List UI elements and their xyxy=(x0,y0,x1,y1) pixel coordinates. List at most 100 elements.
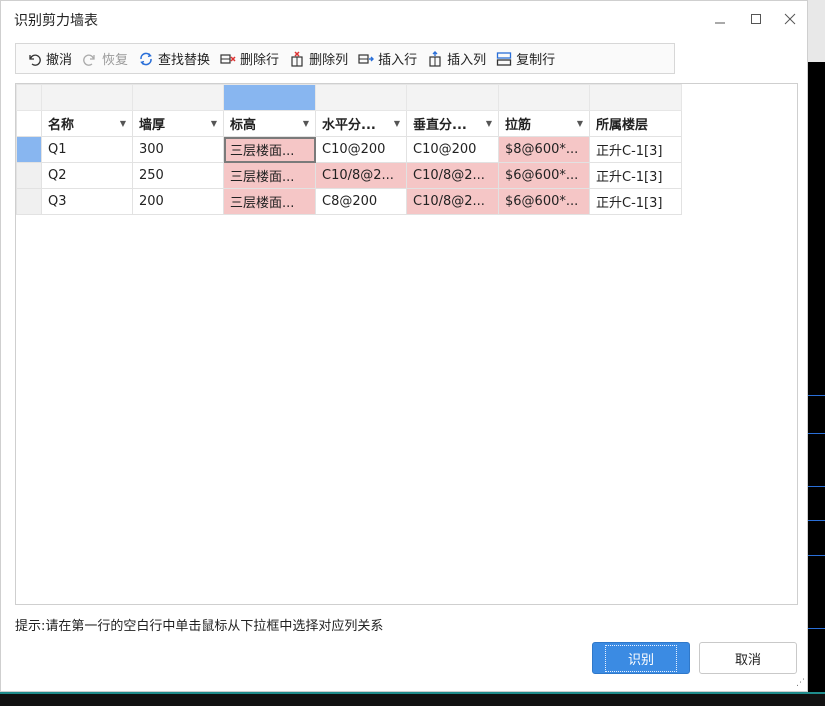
delete-col-label: 删除列 xyxy=(309,53,349,68)
table-cell[interactable]: C8@200 xyxy=(315,188,407,215)
table-cell[interactable]: C10/8@2... xyxy=(315,162,407,189)
column-header[interactable]: 拉筋 ▼ xyxy=(498,110,590,137)
window-title: 识别剪力墙表 xyxy=(14,13,98,29)
delete-col-button[interactable]: 删除列 xyxy=(285,44,352,73)
table-cell[interactable]: 200 xyxy=(132,188,224,215)
mapping-cell[interactable] xyxy=(132,84,224,111)
table-cell[interactable]: 三层楼面... xyxy=(223,188,316,215)
table-cell[interactable]: 250 xyxy=(132,162,224,189)
delete-row-label: 删除行 xyxy=(240,53,280,68)
table-area: 名称 ▼ 墙厚 ▼ 标高 ▼ 水平分... ▼ 垂直分... ▼ 拉筋 ▼ 所属楼层 Q1 … xyxy=(15,83,798,605)
table-row[interactable]: Q2 250 三层楼面... C10/8@2... C10/8@2... $6@… xyxy=(16,162,682,189)
mapping-cell[interactable] xyxy=(41,84,133,111)
dropdown-arrow-icon[interactable]: ▼ xyxy=(577,119,583,128)
background-line xyxy=(808,520,825,521)
row-header[interactable] xyxy=(16,162,42,189)
dropdown-arrow-icon[interactable]: ▼ xyxy=(120,119,126,128)
table-cell[interactable]: 三层楼面... xyxy=(223,136,316,163)
maximize-button[interactable] xyxy=(743,7,769,31)
dropdown-arrow-icon[interactable]: ▼ xyxy=(303,119,309,128)
background-line xyxy=(808,433,825,434)
delete-col-icon xyxy=(291,50,303,67)
dropdown-arrow-icon[interactable]: ▼ xyxy=(394,119,400,128)
background-strip xyxy=(808,0,825,62)
row-header[interactable] xyxy=(16,136,42,163)
undo-icon xyxy=(29,54,41,66)
insert-row-label: 插入行 xyxy=(378,53,418,68)
table-cell[interactable]: $8@600*... xyxy=(498,136,590,163)
dropdown-arrow-icon[interactable]: ▼ xyxy=(211,119,217,128)
table-cell[interactable]: Q3 xyxy=(41,188,133,215)
dialog-window: 识别剪力墙表 撤消 恢复 查找替换 删除行 删除列 插入行 插入列 复制行 名称… xyxy=(0,0,808,692)
find-replace-icon xyxy=(140,52,152,65)
table-cell[interactable]: 300 xyxy=(132,136,224,163)
undo-label: 撤消 xyxy=(46,53,73,68)
mapping-cell[interactable] xyxy=(498,84,590,111)
header-row: 名称 ▼ 墙厚 ▼ 标高 ▼ 水平分... ▼ 垂直分... ▼ 拉筋 ▼ 所属楼层 xyxy=(16,110,682,137)
mapping-cell[interactable] xyxy=(315,84,407,111)
minimize-icon xyxy=(715,22,725,24)
mapping-cell[interactable] xyxy=(406,84,499,111)
redo-button[interactable]: 恢复 xyxy=(78,44,132,73)
resize-grip-icon[interactable]: ⋰ xyxy=(796,678,805,688)
table-row[interactable]: Q1 300 三层楼面... C10@200 C10@200 $8@600*..… xyxy=(16,136,682,163)
background-line xyxy=(808,486,825,487)
table-cell[interactable]: 正升C-1[3] xyxy=(589,136,682,163)
column-header[interactable]: 名称 ▼ xyxy=(41,110,133,137)
row-header xyxy=(16,110,42,137)
mapping-cell[interactable] xyxy=(223,84,316,111)
table-cell[interactable]: 正升C-1[3] xyxy=(589,188,682,215)
table-cell[interactable]: C10@200 xyxy=(315,136,407,163)
toolbar: 撤消 恢复 查找替换 删除行 删除列 插入行 插入列 复制行 xyxy=(15,43,675,74)
column-header[interactable]: 所属楼层 xyxy=(589,110,682,137)
background-line xyxy=(808,555,825,556)
undo-button[interactable]: 撤消 xyxy=(22,44,76,73)
cancel-button[interactable]: 取消 xyxy=(699,642,797,674)
delete-row-icon xyxy=(220,53,236,64)
column-header[interactable]: 水平分... ▼ xyxy=(315,110,407,137)
column-header[interactable]: 标高 ▼ xyxy=(223,110,316,137)
close-button[interactable] xyxy=(777,7,803,31)
background-canvas xyxy=(808,0,825,706)
table-cell[interactable]: $6@600*... xyxy=(498,162,590,189)
redo-label: 恢复 xyxy=(102,53,129,68)
row-header[interactable] xyxy=(16,188,42,215)
find-replace-button[interactable]: 查找替换 xyxy=(134,44,214,73)
recognize-label: 识别 xyxy=(604,644,677,672)
find-replace-label: 查找替换 xyxy=(158,53,211,68)
table-cell[interactable]: Q2 xyxy=(41,162,133,189)
background-line xyxy=(808,395,825,396)
insert-row-button[interactable]: 插入行 xyxy=(354,44,421,73)
insert-col-label: 插入列 xyxy=(447,53,487,68)
dropdown-arrow-icon[interactable]: ▼ xyxy=(486,119,492,128)
column-header[interactable]: 垂直分... ▼ xyxy=(406,110,499,137)
table-cell[interactable]: 正升C-1[3] xyxy=(589,162,682,189)
delete-row-button[interactable]: 删除行 xyxy=(216,44,283,73)
minimize-button[interactable] xyxy=(707,7,733,31)
redo-icon xyxy=(83,54,95,66)
wall-table: 名称 ▼ 墙厚 ▼ 标高 ▼ 水平分... ▼ 垂直分... ▼ 拉筋 ▼ 所属楼层 Q1 … xyxy=(16,84,682,215)
table-cell[interactable]: $6@600*... xyxy=(498,188,590,215)
table-cell[interactable]: C10/8@2... xyxy=(406,162,499,189)
hint-text: 提示:请在第一行的空白行中单击鼠标从下拉框中选择对应列关系 xyxy=(15,619,384,634)
maximize-icon xyxy=(751,14,761,24)
table-cell[interactable]: C10/8@2... xyxy=(406,188,499,215)
table-cell[interactable]: C10@200 xyxy=(406,136,499,163)
column-header[interactable]: 墙厚 ▼ xyxy=(132,110,224,137)
table-row[interactable]: Q3 200 三层楼面... C8@200 C10/8@2... $6@600*… xyxy=(16,188,682,215)
copy-row-button[interactable]: 复制行 xyxy=(492,44,559,73)
mapping-cell[interactable] xyxy=(589,84,682,111)
table-cell[interactable]: 三层楼面... xyxy=(223,162,316,189)
copy-row-label: 复制行 xyxy=(516,53,556,68)
background-line xyxy=(808,628,825,629)
mapping-row xyxy=(16,84,682,111)
insert-col-button[interactable]: 插入列 xyxy=(423,44,490,73)
close-icon xyxy=(784,13,796,25)
table-cell[interactable]: Q1 xyxy=(41,136,133,163)
copy-row-icon xyxy=(496,51,512,66)
corner-cell xyxy=(16,84,42,111)
recognize-button[interactable]: 识别 xyxy=(592,642,690,674)
insert-col-icon xyxy=(429,50,441,67)
title-bar: 识别剪力墙表 xyxy=(1,1,807,37)
insert-row-icon xyxy=(358,53,375,64)
